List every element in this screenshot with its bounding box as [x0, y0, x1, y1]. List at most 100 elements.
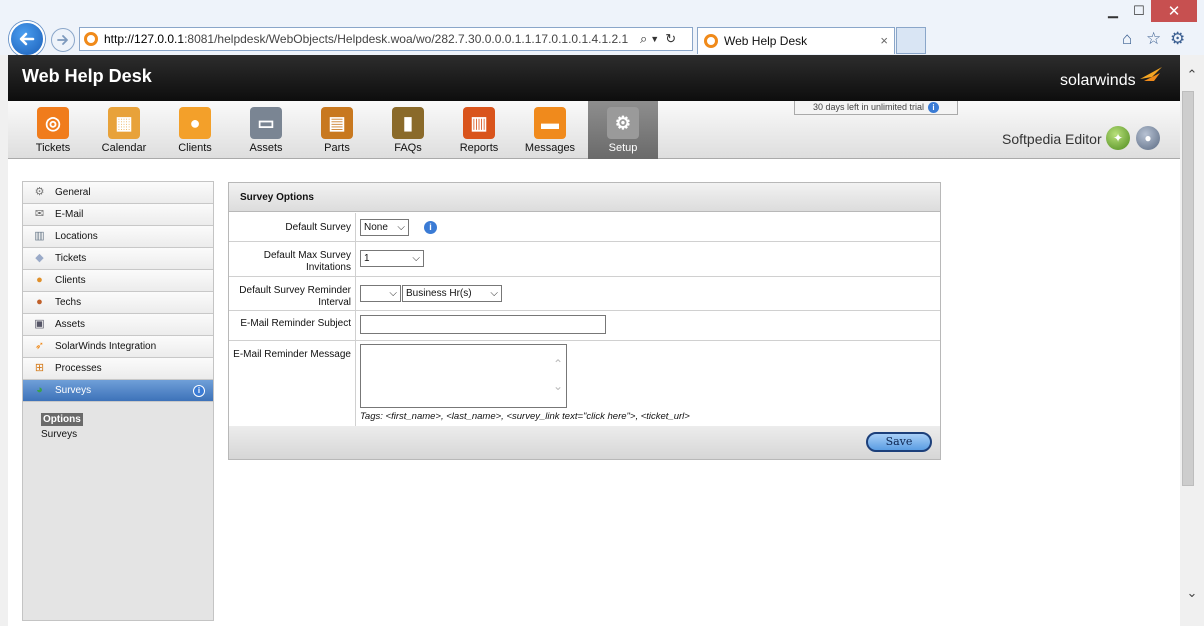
sidebar-item-techs[interactable]: ● Techs — [23, 292, 213, 314]
sub-nav-label: Surveys — [41, 429, 78, 440]
toolbar-item-label: Tickets — [35, 142, 71, 154]
favorites-star-icon[interactable]: ☆ — [1146, 29, 1161, 49]
user-name: Softpedia Editor — [1002, 131, 1102, 147]
scroll-thumb[interactable] — [1182, 91, 1194, 486]
chevron-down-icon: ⌵ — [412, 253, 420, 264]
sidebar-item-general[interactable]: ⚙ General — [23, 182, 213, 204]
toolbar-item-label: Setup — [608, 142, 638, 154]
sidebar-item-label: Techs — [55, 297, 82, 308]
address-bar[interactable]: http://127.0.0.1:8081/helpdesk/WebObject… — [79, 27, 693, 51]
tag-icon: ◆ — [35, 252, 44, 264]
reminder-message-textarea[interactable]: ⌃ ⌄ — [360, 344, 567, 408]
sidebar-item-processes[interactable]: ⊞ Processes — [23, 358, 213, 380]
home-icon[interactable]: ⌂ — [1122, 29, 1132, 49]
module-toolbar: ◎ Tickets ▦ Calendar ● Clients ▭ Assets ▤ Parts ▮ F… — [8, 101, 1180, 159]
sidebar-item-clients[interactable]: ● Clients — [23, 270, 213, 292]
chevron-down-icon: ⌵ — [397, 222, 405, 233]
process-icon: ⊞ — [34, 362, 45, 374]
tab-title: Web Help Desk — [724, 34, 808, 48]
toolbar-item-clients[interactable]: ● Clients — [160, 101, 230, 159]
sub-nav-options[interactable]: Options — [41, 412, 213, 427]
sidebar-item-label: Assets — [55, 319, 86, 330]
refresh-icon[interactable]: ↻ — [665, 31, 676, 47]
toolbar-item-label: Messages — [524, 142, 576, 154]
save-button[interactable]: Save — [866, 432, 932, 452]
scroll-down-icon[interactable]: ⌄ — [1180, 585, 1204, 605]
messages-icon: ▬ — [534, 107, 566, 139]
max-invitations-select[interactable]: 1 ⌵ — [360, 250, 424, 267]
lifebuoy-icon: ◎ — [37, 107, 69, 139]
toolbar-item-label: Reports — [459, 142, 499, 154]
label-default-survey: Default Survey — [229, 213, 356, 241]
close-button[interactable]: ✕ — [1151, 0, 1197, 22]
toolbar-item-faqs[interactable]: ▮ FAQs — [373, 101, 443, 159]
toolbar-item-tickets[interactable]: ◎ Tickets — [18, 101, 88, 159]
calendar-icon: ▦ — [108, 107, 140, 139]
toolbar-item-assets[interactable]: ▭ Assets — [231, 101, 301, 159]
toolbar-item-label: FAQs — [394, 142, 422, 154]
reminder-interval-value-select[interactable]: ⌵ — [360, 285, 401, 302]
sidebar-item-locations[interactable]: ▥ Locations — [23, 226, 213, 248]
page-scrollbar[interactable]: ⌃ ⌄ — [1180, 55, 1204, 626]
arrow-right-icon — [57, 35, 68, 45]
browser-tab[interactable]: Web Help Desk × — [697, 27, 895, 54]
label-reminder-interval: Default Survey Reminder Interval — [229, 277, 356, 310]
info-icon[interactable]: i — [928, 102, 940, 114]
chevron-down-icon: ⌵ — [490, 288, 498, 299]
forward-button[interactable] — [51, 28, 75, 52]
toolbar-item-parts[interactable]: ▤ Parts — [302, 101, 372, 159]
info-icon[interactable]: i — [193, 385, 205, 397]
sidebar-item-surveys[interactable]: ◕ Surveys i — [23, 380, 213, 402]
sidebar-item-label: General — [55, 187, 91, 198]
info-icon[interactable]: i — [424, 221, 437, 234]
new-tab-button[interactable] — [896, 27, 926, 54]
reminder-subject-input[interactable] — [360, 315, 606, 334]
default-survey-select[interactable]: None ⌵ — [360, 219, 409, 236]
row-reminder-interval: Default Survey Reminder Interval ⌵ Busin… — [229, 277, 940, 311]
row-reminder-subject: E-Mail Reminder Subject — [229, 311, 940, 341]
sidebar-item-label: Tickets — [55, 253, 87, 264]
back-button[interactable] — [9, 21, 45, 57]
sidebar-item-label: Clients — [55, 275, 86, 286]
sidebar-item-solarwinds-integration[interactable]: ➶ SolarWinds Integration — [23, 336, 213, 358]
toolbar-item-reports[interactable]: ▥ Reports — [444, 101, 514, 159]
setup-sidebar: ⚙ General ✉ E-Mail ▥ Locations ◆ Tickets ● Client… — [22, 181, 214, 621]
sidebar-item-e-mail[interactable]: ✉ E-Mail — [23, 204, 213, 226]
toolbar-item-label: Clients — [178, 142, 212, 154]
minimize-button[interactable]: ▁ — [1099, 0, 1127, 22]
toolbar-item-calendar[interactable]: ▦ Calendar — [89, 101, 159, 159]
settings-gear-icon[interactable]: ⚙ — [1170, 29, 1185, 49]
site-favicon-icon — [84, 32, 98, 46]
gear-icon: ⚙ — [607, 107, 639, 139]
scroll-up-icon[interactable]: ⌃ — [553, 357, 563, 371]
reminder-interval-unit-select[interactable]: Business Hr(s) ⌵ — [402, 285, 502, 302]
toolbar-item-setup[interactable]: ⚙ Setup — [588, 101, 658, 159]
brand-logo: solarwinds — [1060, 72, 1136, 89]
user-account-icon[interactable]: ● — [1136, 126, 1160, 150]
sidebar-item-tickets[interactable]: ◆ Tickets — [23, 248, 213, 270]
row-default-survey: Default Survey None ⌵ i — [229, 213, 940, 242]
toolbar-item-messages[interactable]: ▬ Messages — [515, 101, 585, 159]
maximize-button[interactable]: ☐ — [1125, 0, 1153, 22]
panel-title: Survey Options — [229, 183, 940, 212]
compass-icon[interactable]: ✦ — [1106, 126, 1130, 150]
trial-notice: 30 days left in unlimited trial i — [794, 101, 958, 115]
tab-close-icon[interactable]: × — [880, 33, 888, 48]
label-reminder-message: E-Mail Reminder Message — [229, 341, 356, 426]
toolbar-item-label: Calendar — [101, 142, 147, 154]
sidebar-item-label: Processes — [55, 363, 102, 374]
sidebar-item-label: Surveys — [55, 385, 92, 396]
search-icon[interactable]: ⌕ — [640, 31, 647, 47]
building-icon: ▥ — [34, 230, 45, 242]
sub-nav: Options Surveys — [23, 402, 213, 442]
toolbar-item-label: Parts — [324, 142, 350, 154]
sidebar-item-assets[interactable]: ▣ Assets — [23, 314, 213, 336]
url-text[interactable]: http://127.0.0.1:8081/helpdesk/WebObject… — [104, 32, 634, 46]
sub-nav-surveys[interactable]: Surveys — [41, 427, 213, 442]
sidebar-item-label: SolarWinds Integration — [55, 341, 157, 352]
scroll-down-icon[interactable]: ⌄ — [553, 379, 563, 393]
envelope-icon: ✉ — [34, 208, 45, 220]
solarwinds-icon: ➶ — [34, 340, 45, 352]
dropdown-arrow-icon[interactable]: ▼ — [650, 34, 659, 44]
scroll-up-icon[interactable]: ⌃ — [1180, 67, 1204, 87]
